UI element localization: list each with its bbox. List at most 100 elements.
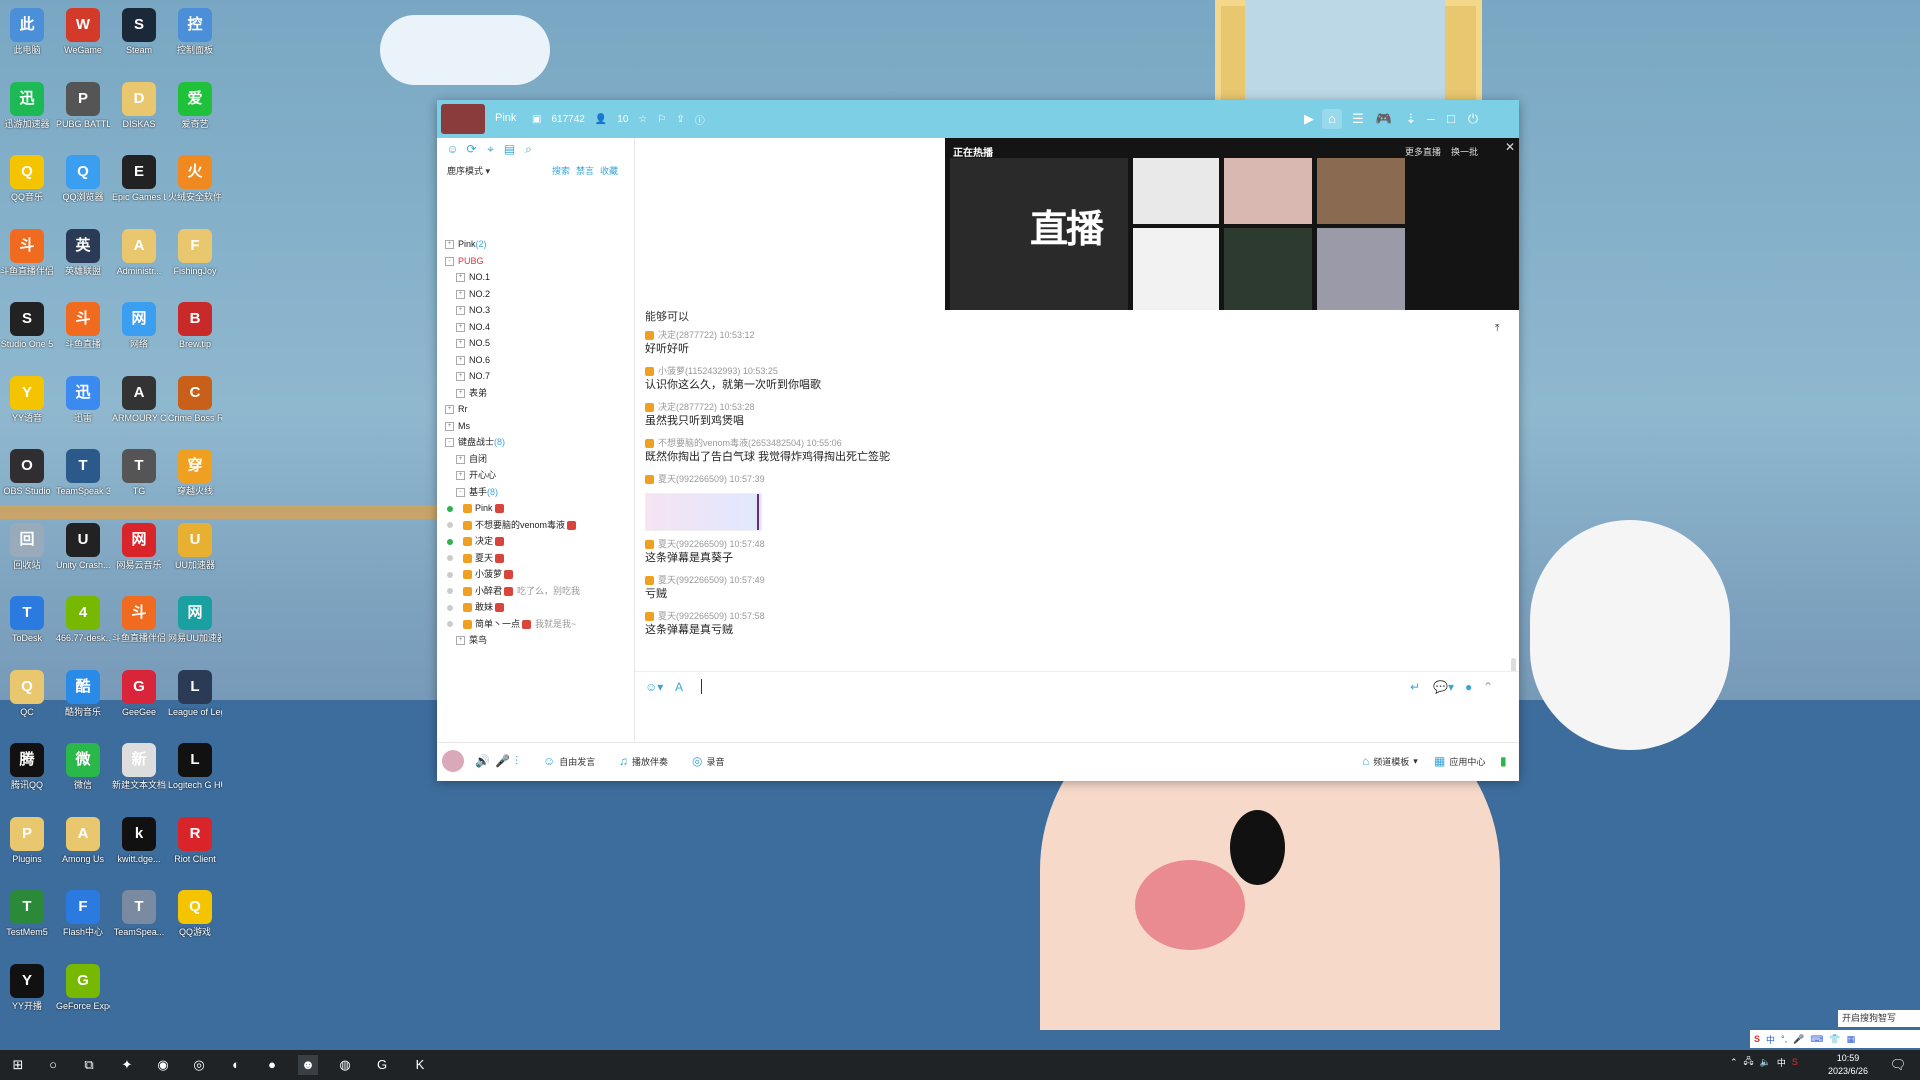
desktop-icon[interactable]: 4 466.77-desk... xyxy=(56,594,110,660)
desktop-icon[interactable]: T TeamSpea... xyxy=(112,888,166,954)
channel-node[interactable]: + Ms xyxy=(445,418,630,435)
expand-toggle-icon[interactable]: + xyxy=(456,306,465,316)
desktop-icon[interactable]: Y YY开播 xyxy=(0,962,54,1028)
desktop-icon[interactable]: T ToDesk xyxy=(0,594,54,660)
font-icon[interactable]: A xyxy=(675,680,683,694)
desktop-icon[interactable]: A Among Us xyxy=(56,815,110,881)
channel-node[interactable]: + NO.7 xyxy=(445,368,630,385)
location-icon[interactable]: ⌖ xyxy=(483,142,498,157)
channel-node[interactable]: - 基手(8) xyxy=(445,484,630,501)
minimize-button[interactable]: – xyxy=(1421,109,1441,129)
taskbar-app-icon[interactable]: ◎ xyxy=(189,1055,209,1075)
power-button[interactable]: ⏻ xyxy=(1463,109,1483,129)
desktop-icon[interactable]: Q QC xyxy=(0,668,54,734)
app-center-button[interactable]: ▦ 应用中心 xyxy=(1434,754,1485,768)
clock[interactable]: 10:59 2023/6/26 xyxy=(1828,1052,1868,1078)
sender-and-time[interactable]: 小菠萝(1152432993) 10:53:25 xyxy=(658,366,778,376)
free-speak-button[interactable]: ☺ 自由发言 xyxy=(543,754,595,768)
expand-toggle-icon[interactable]: + xyxy=(456,322,465,332)
sort-mode-dropdown[interactable]: 鹿序模式 ▾ xyxy=(447,164,490,177)
user-icon[interactable]: ☺ xyxy=(445,142,460,157)
expand-toggle-icon[interactable]: + xyxy=(456,289,465,299)
user-entry[interactable]: 简单丶一点 我就是我~ xyxy=(445,616,630,633)
expand-toggle-icon[interactable]: + xyxy=(445,405,454,415)
self-avatar[interactable] xyxy=(442,750,464,772)
channel-avatar[interactable] xyxy=(441,104,485,134)
expand-toggle-icon[interactable]: + xyxy=(456,339,465,349)
desktop-icon[interactable]: 斗斗鱼直播 xyxy=(56,300,110,366)
sogou-tray-icon[interactable]: S xyxy=(1792,1057,1798,1067)
ime-toolbar[interactable]: S 中 °, 🎤 ⌨ 👕 ▦ xyxy=(1750,1030,1920,1048)
channel-template-button[interactable]: ⌂ 频道模板 ▾ xyxy=(1362,754,1418,768)
desktop-icon[interactable]: G GeeGee xyxy=(112,668,166,734)
desktop-icon[interactable]: 迅迅游加速器 xyxy=(0,80,54,146)
volume-icon[interactable]: 🔈 xyxy=(1760,1057,1771,1068)
chevron-up-icon[interactable]: ⌃ xyxy=(1730,1057,1738,1068)
desktop-icon[interactable]: 迅迅雷 xyxy=(56,374,110,440)
desktop-icon[interactable]: U UU加速器 xyxy=(168,521,222,587)
desktop-icon[interactable]: T TeamSpeak 3 xyxy=(56,447,110,513)
sender-and-time[interactable]: 不想要脑的venom毒液(2653482504) 10:55:06 xyxy=(658,438,842,448)
desktop-icon[interactable]: S Steam xyxy=(112,6,166,72)
user-entry[interactable]: 敢妹 xyxy=(445,599,630,616)
channel-node[interactable]: + NO.2 xyxy=(445,286,630,303)
desktop-icon[interactable]: T TG xyxy=(112,447,166,513)
task-view-icon[interactable]: ⧉ xyxy=(79,1055,99,1075)
live-thumb[interactable] xyxy=(1133,228,1219,310)
channel-node[interactable]: + 表弟 xyxy=(445,385,630,402)
scroll-to-top-icon[interactable]: ⤒ xyxy=(1495,323,1499,334)
desktop-icon[interactable]: 回回收站 xyxy=(0,521,54,587)
channel-node[interactable]: + 菜鸟 xyxy=(445,632,630,649)
user-entry[interactable]: 决定 xyxy=(445,533,630,550)
notification-icon[interactable]: 🗨 xyxy=(1888,1055,1908,1075)
desktop-icon[interactable]: A ARMOURY CRATE xyxy=(112,374,166,440)
start-button[interactable]: ⊞ xyxy=(8,1055,28,1075)
expand-toggle-icon[interactable]: - xyxy=(456,487,465,497)
desktop-icon[interactable]: C Crime Boss Rockay City xyxy=(168,374,222,440)
desktop-icon[interactable]: Q QQ音乐 xyxy=(0,153,54,219)
desktop-icon[interactable]: B Brew.tip xyxy=(168,300,222,366)
taskbar-yy-icon[interactable]: ☻ xyxy=(298,1055,318,1075)
more-live-link[interactable]: 更多直播 xyxy=(1405,145,1441,158)
desktop-icon[interactable]: G GeForce Experience xyxy=(56,962,110,1028)
favorite-link[interactable]: 收藏 xyxy=(600,164,618,177)
desktop-icon[interactable]: 控控制面板 xyxy=(168,6,222,72)
taskbar-app-icon[interactable]: ◉ xyxy=(153,1055,173,1075)
desktop-icon[interactable]: F FishingJoy xyxy=(168,227,222,293)
search-icon[interactable]: ○ xyxy=(43,1055,63,1075)
expand-toggle-icon[interactable]: + xyxy=(456,273,465,283)
expand-toggle-icon[interactable]: + xyxy=(456,388,465,398)
desktop-icon[interactable]: P PUBG BATTLEGR... xyxy=(56,80,110,146)
info-icon[interactable]: ⓘ xyxy=(695,112,705,127)
channel-node[interactable]: + 自闭 xyxy=(445,451,630,468)
chat-scrollbar[interactable] xyxy=(1511,658,1516,671)
user-entry[interactable]: 小菠萝 xyxy=(445,566,630,583)
desktop-icon[interactable]: O OBS Studio xyxy=(0,447,54,513)
desktop-icon[interactable]: 斗斗鱼直播伴侣 xyxy=(112,594,166,660)
toolbox-icon[interactable]: ▦ xyxy=(1847,1034,1856,1045)
desktop-icon[interactable]: 微微信 xyxy=(56,741,110,807)
sender-and-time[interactable]: 夏天(992266509) 10:57:49 xyxy=(658,575,765,585)
desktop-icon[interactable]: P Plugins xyxy=(0,815,54,881)
speaker-icon[interactable]: 🔊 xyxy=(475,754,490,768)
microphone-icon[interactable]: 🎤 xyxy=(495,754,510,768)
channel-node[interactable]: + Pink(2) xyxy=(445,236,630,253)
maximize-button[interactable]: □ xyxy=(1441,109,1461,129)
taskbar-app-icon[interactable]: ◍ xyxy=(335,1055,355,1075)
share-icon[interactable]: ⇪ xyxy=(676,114,684,125)
desktop-icon[interactable]: 酷酷狗音乐 xyxy=(56,668,110,734)
desktop-icon[interactable]: 网网易云音乐 xyxy=(112,521,166,587)
record-button[interactable]: ◎ 录音 xyxy=(692,754,725,768)
chevron-up-icon[interactable]: ⌃ xyxy=(1483,680,1493,694)
channel-node[interactable]: + 开心心 xyxy=(445,467,630,484)
expand-toggle-icon[interactable]: + xyxy=(456,372,465,382)
desktop-icon[interactable]: 穿穿越火线 xyxy=(168,447,222,513)
desktop-icon[interactable]: 英英雄联盟 xyxy=(56,227,110,293)
video-icon[interactable]: ▶ xyxy=(1299,109,1319,129)
skin-icon[interactable]: 👕 xyxy=(1829,1034,1840,1045)
search-link[interactable]: 搜索 xyxy=(552,164,570,177)
list-icon[interactable]: ☰ xyxy=(1348,109,1368,129)
desktop-icon[interactable]: Q QQ浏览器 xyxy=(56,153,110,219)
flag-icon[interactable]: ⚐ xyxy=(657,114,666,125)
download-icon[interactable]: ⇣ xyxy=(1401,109,1421,129)
